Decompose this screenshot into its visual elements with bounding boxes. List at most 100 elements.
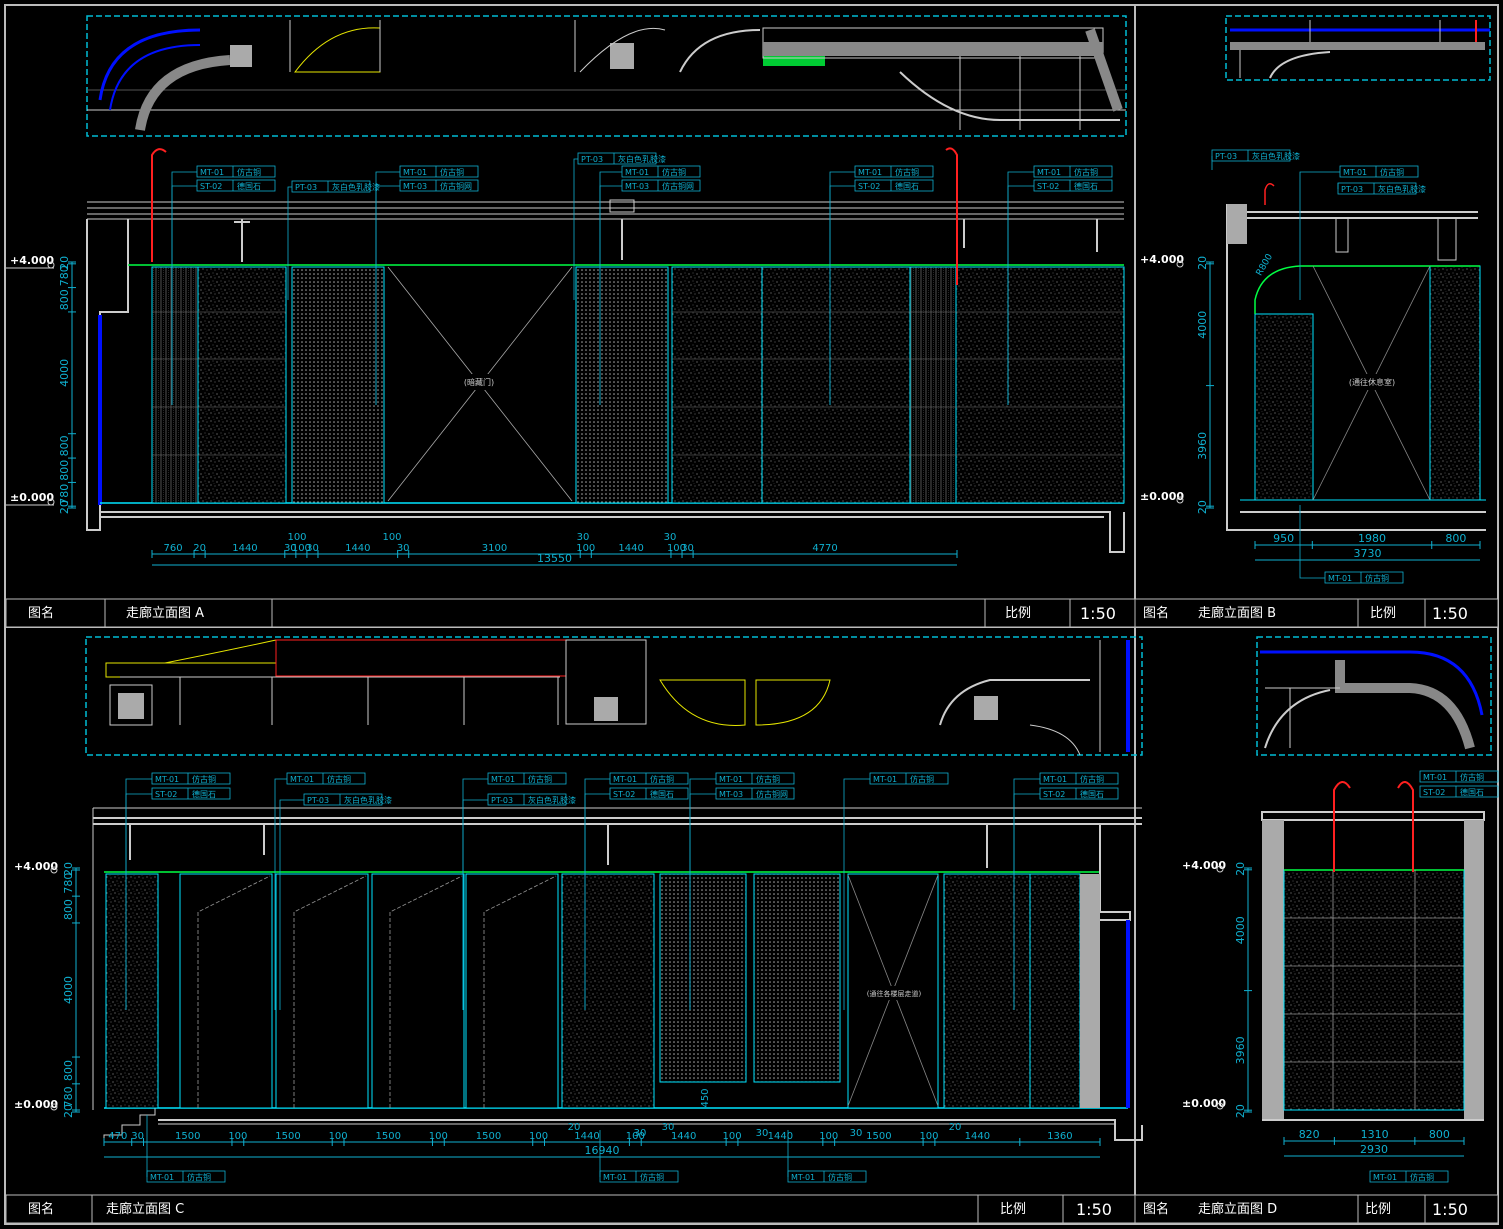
wall-panel [105, 873, 159, 1109]
dim-text: 20 [58, 500, 71, 514]
title-bar-b: 图名 走廊立面图 B 比例 1:50 [1134, 598, 1499, 628]
tag-name: 仿古铜 [187, 1172, 211, 1182]
wall-panel [197, 266, 287, 504]
tag-name: 仿古铜 [640, 1172, 664, 1182]
tag-code: MT-01 [625, 168, 649, 177]
tag-name: 仿古铜 [756, 774, 780, 784]
title-bar-c: 图名 走廊立面图 C 比例 1:50 [5, 1194, 1136, 1224]
tag-name: 德国石 [192, 789, 216, 799]
wall-panel [943, 873, 1031, 1109]
dim-text: 1500 [175, 1131, 200, 1142]
tag-name: 仿古铜 [1074, 167, 1098, 177]
dim-text: 1440 [345, 543, 370, 554]
dim-total: 16940 [585, 1144, 620, 1157]
dim-text: 30 [306, 543, 319, 554]
tag-name: 仿古铜 [1080, 774, 1104, 784]
dim-text: 4000 [1196, 311, 1209, 339]
dim-total: 3730 [1354, 547, 1382, 560]
tag-code: ST-02 [858, 182, 880, 191]
level-top-b: +4.000 [1140, 253, 1184, 266]
dim-text: 800 [1445, 532, 1466, 545]
dim-text: 1440 [618, 543, 643, 554]
wall-panel [291, 266, 385, 504]
tag-name: 仿古铜网 [756, 789, 788, 799]
tag-code: PT-03 [581, 155, 603, 164]
dim-total: 13550 [537, 552, 572, 565]
dim-text: 30 [577, 532, 590, 543]
dim-text: 30 [397, 543, 410, 554]
tag-code: MT-01 [873, 775, 897, 784]
dim-text: 1310 [1361, 1128, 1389, 1141]
tag-code: PT-03 [1341, 185, 1363, 194]
wall-panel [151, 266, 199, 504]
dim-text: 450 [700, 1088, 711, 1107]
tag-code: MT-01 [290, 775, 314, 784]
tag-code: MT-03 [403, 182, 427, 191]
dim-text: 100 [382, 532, 401, 543]
wall-panel [909, 266, 957, 504]
title-label-c: 图名 [28, 1201, 54, 1217]
dim-text: 20 [949, 1122, 962, 1133]
dim-text: 100 [429, 1131, 448, 1142]
scale-label-d: 比例 [1365, 1202, 1391, 1217]
wall-panel [659, 873, 747, 1083]
tag-name: 仿古铜 [327, 774, 351, 784]
dim-text: 30 [634, 1128, 647, 1139]
door-note-b: (通往休息室) [1349, 377, 1395, 387]
tag-name: 仿古铜 [1380, 167, 1404, 177]
wall-panel [1029, 873, 1081, 1109]
dim-text: 1500 [376, 1131, 401, 1142]
tag-code: PT-03 [307, 796, 329, 805]
title-a: 走廊立面图 A [126, 605, 204, 621]
dim-text: 30 [131, 1131, 144, 1142]
dim-text: 20 [1196, 500, 1209, 514]
dim-text: 780 [62, 873, 75, 894]
tag-code: ST-02 [613, 790, 635, 799]
dim-text: 100 [576, 543, 595, 554]
material-tag: PT-03 灰白色乳胶漆 [1337, 182, 1426, 195]
dim-text: 1440 [671, 1131, 696, 1142]
wall-panel [955, 266, 1125, 504]
tag-name: 仿古铜 [440, 167, 464, 177]
scale-a: 1:50 [1080, 604, 1116, 623]
dim-text: 800 [1429, 1128, 1450, 1141]
scale-b: 1:50 [1432, 604, 1468, 623]
title-label-b: 图名 [1143, 605, 1169, 621]
tag-code: ST-02 [155, 790, 177, 799]
dim-text: 3960 [1234, 1036, 1247, 1064]
tag-code: MT-01 [155, 775, 179, 784]
tag-code: MT-01 [1043, 775, 1067, 784]
tag-name: 仿古铜 [828, 1172, 852, 1182]
dim-text: 1440 [965, 1131, 990, 1142]
title-b: 走廊立面图 B [1198, 605, 1276, 621]
tag-name: 仿古铜 [192, 774, 216, 784]
dim-text: 100 [287, 532, 306, 543]
tag-name: 德国石 [1460, 787, 1484, 797]
wall-panel [761, 266, 911, 504]
tag-code: MT-01 [150, 1173, 174, 1182]
dim-text: 30 [850, 1128, 863, 1139]
dim-text: 30 [681, 543, 694, 554]
scale-d: 1:50 [1432, 1200, 1468, 1219]
dim-text: 30 [662, 1122, 675, 1133]
scale-label-a: 比例 [1005, 606, 1031, 621]
tag-code: MT-01 [1343, 168, 1367, 177]
dim-text: 1980 [1358, 532, 1386, 545]
tag-name: 仿古铜 [237, 167, 261, 177]
glass-door-panel [179, 873, 273, 1109]
tag-name: 灰白色乳胶漆 [1252, 151, 1300, 161]
tag-name: 灰白色乳胶漆 [332, 182, 380, 192]
dim-text: 1500 [866, 1131, 891, 1142]
dim-text: 3960 [1196, 432, 1209, 460]
tag-name: 仿古铜网 [440, 181, 472, 191]
tag-name: 仿古铜 [1365, 573, 1389, 583]
tag-name: 灰白色乳胶漆 [528, 795, 576, 805]
tag-name: 灰白色乳胶漆 [344, 795, 392, 805]
door-note-a: (暗藏门) [464, 377, 494, 387]
tag-code: MT-01 [403, 168, 427, 177]
tag-name: 仿古铜 [528, 774, 552, 784]
glass-door-panel [371, 873, 465, 1109]
dim-text: 100 [329, 1131, 348, 1142]
tag-code: MT-01 [491, 775, 515, 784]
title-label-a: 图名 [28, 605, 54, 621]
